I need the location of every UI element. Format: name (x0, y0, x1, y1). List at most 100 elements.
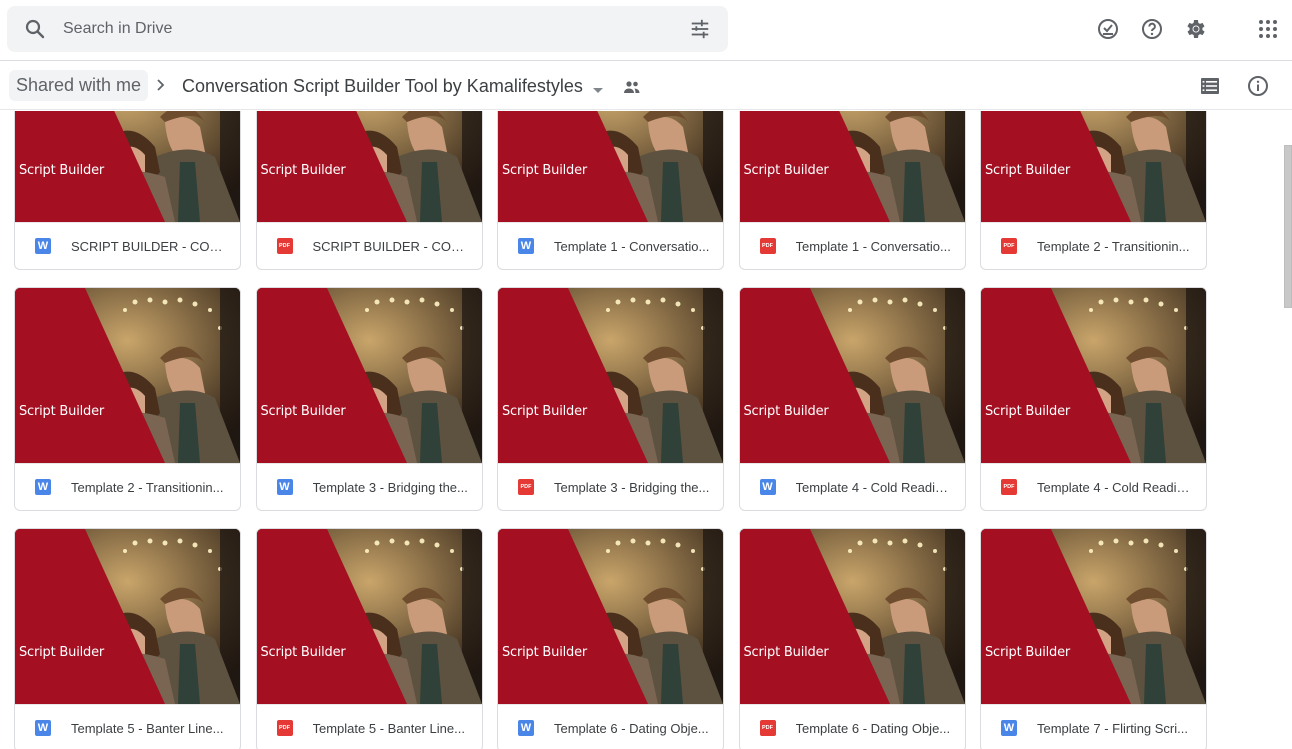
file-name: Template 2 - Transitionin... (1037, 238, 1190, 254)
people-icon[interactable] (622, 79, 642, 100)
file-card[interactable]: Script Builder W Template 1 - Conversati… (497, 111, 724, 270)
file-name: Template 3 - Bridging the... (554, 479, 710, 495)
thumbnail-title: Script Builder (985, 163, 1071, 178)
file-meta: W Template 1 - Conversatio... (498, 222, 723, 269)
file-meta: W Template 6 - Dating Obje... (498, 704, 723, 749)
pdf-file-icon: PDF (759, 238, 776, 254)
thumbnail-title: Script Builder (743, 163, 829, 178)
file-meta: PDF Template 4 - Cold Readin... (981, 463, 1206, 510)
thumbnail-title: Script Builder (19, 163, 105, 178)
thumbnail-title: Script Builder (260, 163, 346, 178)
file-card[interactable]: Script Builder W Template 3 - Bridging t… (255, 287, 483, 511)
file-grid-area: Script Builder W SCRIPT BUILDER - COPY..… (0, 111, 1280, 749)
file-thumbnail: Script Builder (256, 529, 482, 704)
info-icon[interactable] (1246, 74, 1270, 98)
thumbnail-title: Script Builder (19, 645, 105, 660)
thumbnail-title: Script Builder (985, 404, 1071, 419)
file-card[interactable]: Script Builder W Template 2 - Transition… (14, 287, 241, 511)
file-meta: PDF Template 3 - Bridging the... (498, 463, 723, 510)
word-doc-icon: W (35, 238, 51, 254)
file-meta: W Template 7 - Flirting Scri... (981, 704, 1206, 749)
file-thumbnail: Script Builder (739, 529, 965, 704)
file-name: Template 6 - Dating Obje... (795, 720, 951, 736)
file-card[interactable]: Script Builder PDF Template 4 - Cold Rea… (980, 287, 1207, 511)
file-card[interactable]: Script Builder PDF Template 5 - Banter L… (255, 528, 483, 749)
file-thumbnail: Script Builder (256, 288, 482, 463)
file-name: Template 4 - Cold Readin... (795, 479, 952, 495)
file-meta: W SCRIPT BUILDER - COPY... (15, 222, 240, 269)
file-card[interactable]: Script Builder W Template 5 - Banter Lin… (14, 528, 241, 749)
file-name: Template 1 - Conversatio... (795, 238, 951, 254)
file-card[interactable]: Script Builder PDF Template 6 - Dating O… (738, 528, 966, 749)
file-name: Template 6 - Dating Obje... (554, 720, 709, 736)
file-name: Template 1 - Conversatio... (554, 238, 710, 254)
chevron-right-icon (153, 76, 169, 99)
file-card[interactable]: Script Builder PDF SCRIPT BUILDER - COPY… (255, 111, 483, 270)
pdf-file-icon: PDF (759, 720, 776, 736)
file-thumbnail: Script Builder (981, 529, 1206, 704)
file-thumbnail: Script Builder (981, 111, 1206, 222)
pdf-file-icon: PDF (1001, 479, 1017, 495)
file-thumbnail: Script Builder (256, 111, 482, 222)
file-name: SCRIPT BUILDER - COPY... (71, 238, 227, 254)
file-thumbnail: Script Builder (15, 288, 240, 463)
word-doc-icon: W (759, 479, 776, 495)
word-doc-icon: W (276, 479, 293, 495)
file-meta: PDF Template 2 - Transitionin... (981, 222, 1206, 269)
file-name: Template 5 - Banter Line... (71, 720, 224, 736)
thumbnail-title: Script Builder (743, 645, 829, 660)
top-bar (0, 0, 1292, 61)
file-card[interactable]: Script Builder W Template 6 - Dating Obj… (497, 528, 724, 749)
pdf-file-icon: PDF (276, 238, 293, 254)
thumbnail-title: Script Builder (19, 404, 105, 419)
file-grid: Script Builder W SCRIPT BUILDER - COPY..… (14, 111, 1207, 749)
file-meta: W Template 2 - Transitionin... (15, 463, 240, 510)
help-icon[interactable] (1135, 12, 1169, 46)
file-card[interactable]: Script Builder PDF Template 3 - Bridging… (497, 287, 724, 511)
file-card[interactable]: Script Builder PDF Template 2 - Transiti… (980, 111, 1207, 270)
breadcrumb: Shared with me Conversation Script Build… (0, 62, 1292, 110)
file-name: Template 2 - Transitionin... (71, 479, 224, 495)
search-bar[interactable] (7, 6, 728, 52)
tune-icon[interactable] (672, 6, 728, 52)
file-card[interactable]: Script Builder W SCRIPT BUILDER - COPY..… (14, 111, 241, 270)
thumbnail-title: Script Builder (502, 404, 588, 419)
search-input[interactable] (63, 20, 672, 38)
file-meta: W Template 5 - Banter Line... (15, 704, 240, 749)
file-card[interactable]: Script Builder W Template 7 - Flirting S… (980, 528, 1207, 749)
file-thumbnail: Script Builder (498, 111, 723, 222)
file-meta: PDF Template 5 - Banter Line... (256, 704, 482, 749)
breadcrumb-shared-with-me[interactable]: Shared with me (9, 70, 149, 101)
ready-for-offline-icon[interactable] (1091, 12, 1125, 46)
file-name: Template 7 - Flirting Scri... (1037, 720, 1188, 736)
file-thumbnail: Script Builder (15, 529, 240, 704)
search-icon[interactable] (7, 6, 63, 52)
thumbnail-title: Script Builder (502, 645, 588, 660)
pdf-file-icon: PDF (1001, 238, 1017, 254)
file-card[interactable]: Script Builder W Template 4 - Cold Readi… (738, 287, 966, 511)
file-name: SCRIPT BUILDER - COPY... (312, 238, 469, 254)
thumbnail-title: Script Builder (743, 404, 829, 419)
settings-icon[interactable] (1179, 12, 1213, 46)
pdf-file-icon: PDF (518, 479, 534, 495)
word-doc-icon: W (35, 479, 51, 495)
breadcrumb-current-folder[interactable]: Conversation Script Builder Tool by Kama… (182, 74, 583, 98)
file-thumbnail: Script Builder (498, 529, 723, 704)
list-view-icon[interactable] (1198, 74, 1222, 98)
word-doc-icon: W (518, 720, 534, 736)
thumbnail-title: Script Builder (502, 163, 588, 178)
file-name: Template 3 - Bridging the... (312, 479, 468, 495)
scrollbar-thumb[interactable] (1284, 145, 1292, 308)
file-thumbnail: Script Builder (739, 288, 965, 463)
pdf-file-icon: PDF (276, 720, 293, 736)
file-card[interactable]: Script Builder PDF Template 1 - Conversa… (738, 111, 966, 270)
word-doc-icon: W (518, 238, 534, 254)
file-thumbnail: Script Builder (739, 111, 965, 222)
file-thumbnail: Script Builder (15, 111, 240, 222)
word-doc-icon: W (35, 720, 51, 736)
apps-grid-icon[interactable] (1251, 12, 1285, 46)
arrow-drop-down-icon[interactable] (592, 82, 604, 100)
file-meta: PDF SCRIPT BUILDER - COPY... (256, 222, 482, 269)
thumbnail-title: Script Builder (985, 645, 1071, 660)
file-meta: PDF Template 6 - Dating Obje... (739, 704, 965, 749)
